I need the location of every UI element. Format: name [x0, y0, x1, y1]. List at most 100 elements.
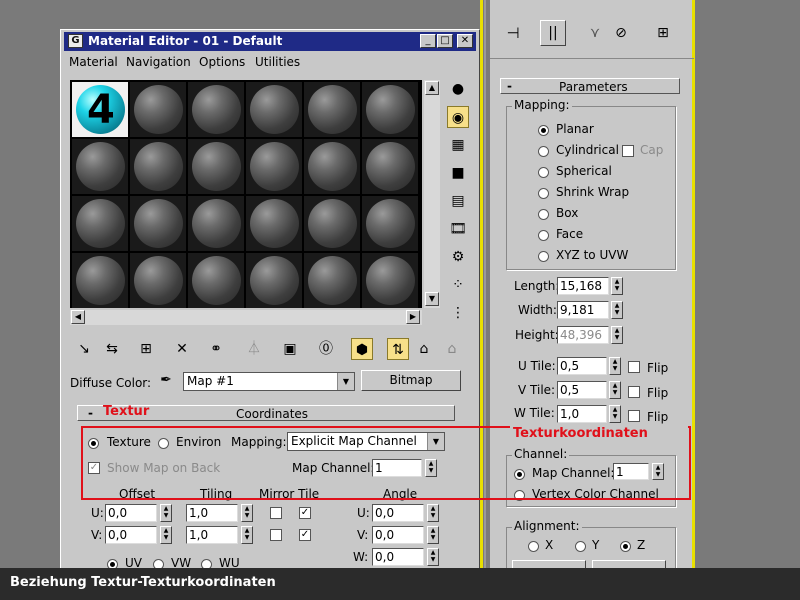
sample-slot[interactable] — [304, 196, 360, 251]
u-tile-field[interactable]: 0,5 — [557, 357, 607, 375]
select-by-material-icon[interactable]: ⁘ — [447, 274, 469, 296]
title-bar[interactable]: G Material Editor - 01 - Default _ □ ✕ — [64, 32, 476, 51]
material-navigator-icon[interactable]: ⋮ — [447, 302, 469, 324]
scroll-left-icon[interactable]: ◀ — [71, 310, 85, 324]
parameters-rollout-header[interactable]: - Parameters — [500, 78, 680, 94]
sample-slot-selected[interactable]: 4 — [72, 82, 128, 137]
restore-button[interactable]: □ — [437, 34, 453, 48]
sample-slot[interactable] — [246, 82, 302, 137]
sample-type-icon[interactable]: ● — [447, 78, 469, 100]
v-flip-checkbox[interactable] — [628, 386, 640, 398]
sample-slot[interactable] — [130, 82, 186, 137]
sample-slot[interactable] — [188, 139, 244, 194]
close-button[interactable]: ✕ — [457, 34, 473, 48]
v-tile-field[interactable]: 0,5 — [557, 381, 607, 399]
put-to-library-icon[interactable]: ▣ — [279, 338, 301, 360]
cylindrical-radio[interactable] — [538, 146, 549, 157]
menu-options[interactable]: Options — [199, 55, 245, 69]
u-tiling-field[interactable]: 1,0 — [186, 504, 238, 522]
w-flip-checkbox[interactable] — [628, 410, 640, 422]
remove-modifier-icon[interactable]: ⊘ — [610, 22, 632, 44]
map-type-button[interactable]: Bitmap — [361, 370, 461, 391]
sample-slot[interactable] — [72, 253, 128, 308]
v-offset-field[interactable]: 0,0 — [105, 526, 157, 544]
u-offset-spinner[interactable]: ▲ ▼ — [160, 504, 172, 522]
menu-utilities[interactable]: Utilities — [255, 55, 300, 69]
menu-material[interactable]: Material — [69, 55, 118, 69]
eyedropper-icon[interactable]: ✒ — [156, 372, 176, 390]
sample-slot[interactable] — [304, 82, 360, 137]
backlight-icon[interactable]: ◉ — [447, 106, 469, 128]
width-field[interactable]: 9,181 — [557, 301, 609, 319]
put-material-icon[interactable]: ⇆ — [101, 338, 123, 360]
height-field[interactable]: 48,396 — [557, 326, 609, 344]
length-spinner[interactable]: ▲ ▼ — [611, 277, 623, 295]
get-material-icon[interactable]: ↘ — [73, 338, 95, 360]
sample-slot[interactable] — [130, 139, 186, 194]
sample-slot[interactable] — [304, 253, 360, 308]
reset-map-icon[interactable]: ✕ — [171, 338, 193, 360]
w-tile-spinner[interactable]: ▲ ▼ — [609, 405, 621, 423]
v-offset-spinner[interactable]: ▲ ▼ — [160, 526, 172, 544]
sample-slot[interactable] — [188, 196, 244, 251]
planar-radio[interactable] — [538, 125, 549, 136]
width-spinner[interactable]: ▲ ▼ — [611, 301, 623, 319]
sample-uv-tiling-icon[interactable]: ■ — [447, 162, 469, 184]
u-angle-field[interactable]: 0,0 — [372, 504, 424, 522]
height-spinner[interactable]: ▲ ▼ — [611, 326, 623, 344]
slots-vertical-scrollbar[interactable]: ▲ ▼ — [424, 80, 440, 308]
align-y-radio[interactable] — [575, 541, 586, 552]
make-copy-icon[interactable]: ⚭ — [205, 338, 227, 360]
scroll-up-icon[interactable]: ▲ — [425, 81, 439, 95]
u-offset-field[interactable]: 0,0 — [105, 504, 157, 522]
v-tile-spinner[interactable]: ▲ ▼ — [609, 381, 621, 399]
sample-slot[interactable] — [362, 82, 418, 137]
u-angle-spinner[interactable]: ▲ ▼ — [427, 504, 439, 522]
material-effects-channel-icon[interactable]: ⓪ — [315, 338, 337, 360]
face-radio[interactable] — [538, 230, 549, 241]
video-color-check-icon[interactable]: ▤ — [447, 190, 469, 212]
scroll-right-icon[interactable]: ▶ — [406, 310, 420, 324]
make-unique-icon[interactable]: ⏃ — [243, 338, 265, 360]
pin-stack-icon[interactable]: ⊣ — [500, 22, 526, 44]
menu-navigation[interactable]: Navigation — [126, 55, 191, 69]
w-tile-field[interactable]: 1,0 — [557, 405, 607, 423]
sample-slot[interactable] — [72, 139, 128, 194]
v-angle-field[interactable]: 0,0 — [372, 526, 424, 544]
u-flip-checkbox[interactable] — [628, 361, 640, 373]
u-tile-checkbox[interactable]: ✓ — [299, 507, 311, 519]
scroll-down-icon[interactable]: ▼ — [425, 292, 439, 306]
v-tile-checkbox[interactable]: ✓ — [299, 529, 311, 541]
show-end-result-icon[interactable]: ⇅ — [387, 338, 409, 360]
sample-slot[interactable] — [246, 139, 302, 194]
make-preview-icon[interactable]: 🎞 — [447, 218, 469, 240]
options-icon[interactable]: ⚙ — [447, 246, 469, 268]
shrink-wrap-radio[interactable] — [538, 188, 549, 199]
make-unique-icon[interactable]: ⋎ — [584, 22, 606, 44]
cap-checkbox[interactable] — [622, 145, 634, 157]
map-name-dropdown[interactable]: Map #1 ▼ — [183, 372, 355, 391]
sample-slot[interactable] — [246, 196, 302, 251]
show-end-result-icon[interactable]: || — [540, 20, 566, 46]
sample-slot[interactable] — [72, 196, 128, 251]
show-map-in-viewport-icon[interactable]: ⬢ — [351, 338, 373, 360]
v-tiling-field[interactable]: 1,0 — [186, 526, 238, 544]
v-angle-spinner[interactable]: ▲ ▼ — [427, 526, 439, 544]
slots-horizontal-scrollbar[interactable]: ◀ ▶ — [70, 310, 422, 325]
assign-material-icon[interactable]: ⊞ — [135, 338, 157, 360]
sample-slot[interactable] — [246, 253, 302, 308]
v-mirror-checkbox[interactable] — [270, 529, 282, 541]
background-checker-icon[interactable]: ▦ — [447, 134, 469, 156]
sample-slot[interactable] — [130, 253, 186, 308]
xyz-to-uvw-radio[interactable] — [538, 251, 549, 262]
sample-slot[interactable] — [304, 139, 360, 194]
v-tiling-spinner[interactable]: ▲ ▼ — [241, 526, 253, 544]
configure-modifier-sets-icon[interactable]: ⊞ — [652, 22, 674, 44]
sample-slot[interactable] — [188, 82, 244, 137]
u-mirror-checkbox[interactable] — [270, 507, 282, 519]
box-radio[interactable] — [538, 209, 549, 220]
align-z-radio[interactable] — [620, 541, 631, 552]
u-tiling-spinner[interactable]: ▲ ▼ — [241, 504, 253, 522]
spherical-radio[interactable] — [538, 167, 549, 178]
sample-slot[interactable] — [362, 139, 418, 194]
